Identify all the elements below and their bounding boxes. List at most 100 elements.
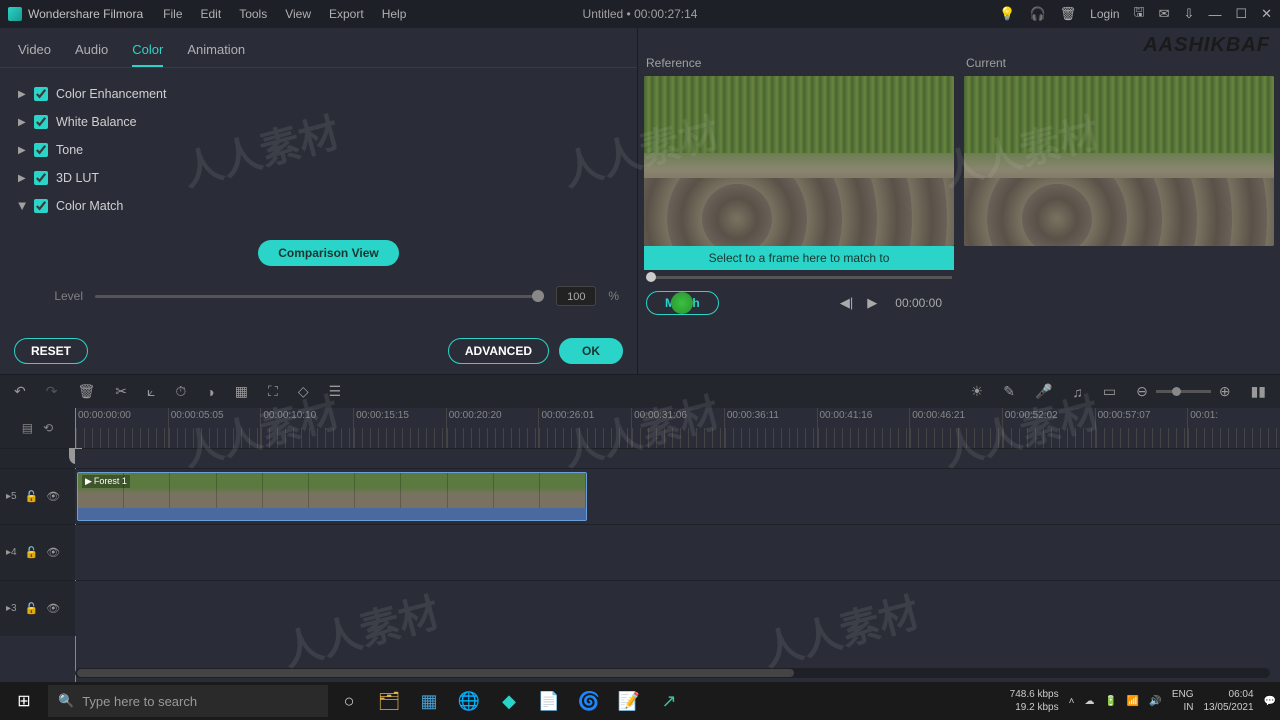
chrome-icon[interactable]: 🌐 bbox=[452, 685, 486, 717]
battery-icon[interactable]: 🔋 bbox=[1104, 696, 1116, 707]
explorer-icon[interactable]: 🗂 bbox=[372, 685, 406, 717]
redo-icon[interactable]: ↷ bbox=[46, 383, 58, 400]
comparison-view-button[interactable]: Comparison View bbox=[258, 240, 398, 266]
clip-forest[interactable]: ▶Forest 1 bbox=[77, 472, 587, 521]
timeline: ▤ ⟲ 00:00:00:00 00:00:05:05 00:00:10:10 … bbox=[0, 408, 1280, 682]
start-button[interactable]: ⊞ bbox=[4, 685, 44, 717]
menu-help[interactable]: Help bbox=[382, 7, 407, 21]
menu-export[interactable]: Export bbox=[329, 7, 364, 21]
fit-icon[interactable]: ▮▮ bbox=[1251, 383, 1266, 400]
undo-icon[interactable]: ↶ bbox=[14, 383, 26, 400]
section-white-balance[interactable]: ▶ White Balance bbox=[18, 108, 619, 136]
color-match-checkbox[interactable] bbox=[34, 199, 48, 213]
section-color-enhancement[interactable]: ▶ Color Enhancement bbox=[18, 80, 619, 108]
share-icon[interactable]: ↗ bbox=[652, 685, 686, 717]
clock[interactable]: 06:04 13/05/2021 bbox=[1203, 688, 1253, 714]
marker-icon[interactable]: ✎ bbox=[1003, 383, 1015, 400]
tab-animation[interactable]: Animation bbox=[187, 36, 245, 67]
lock-icon[interactable]: 🔓 bbox=[25, 490, 39, 503]
filmora-icon[interactable]: ◆ bbox=[492, 685, 526, 717]
menu-edit[interactable]: Edit bbox=[201, 7, 222, 21]
login-button[interactable]: Login bbox=[1090, 7, 1119, 21]
timeline-zoom[interactable]: ⊖ ⊕ bbox=[1136, 383, 1230, 400]
edge-icon[interactable]: 🌀 bbox=[572, 685, 606, 717]
reference-frame-slider[interactable] bbox=[646, 276, 952, 279]
timeline-ruler[interactable]: 00:00:00:00 00:00:05:05 00:00:10:10 00:0… bbox=[75, 408, 1280, 448]
speed-icon[interactable]: ⏱ bbox=[175, 383, 186, 400]
zoom-in-icon[interactable]: ⊕ bbox=[1219, 383, 1231, 400]
zoom-out-icon[interactable]: ⊖ bbox=[1136, 383, 1148, 400]
onedrive-icon[interactable]: ☁ bbox=[1084, 696, 1094, 707]
notepad-icon[interactable]: 📝 bbox=[612, 685, 646, 717]
cut-icon[interactable]: ✂ bbox=[115, 383, 127, 400]
notifications-icon[interactable]: 💬 bbox=[1264, 696, 1276, 707]
word-icon[interactable]: 📄 bbox=[532, 685, 566, 717]
color-enhancement-label: Color Enhancement bbox=[56, 87, 166, 101]
lut-label: 3D LUT bbox=[56, 171, 99, 185]
app-icon[interactable]: ▦ bbox=[412, 685, 446, 717]
detach-icon[interactable]: ⛶ bbox=[268, 383, 278, 400]
mixer-icon[interactable]: ♫ bbox=[1072, 384, 1083, 400]
close-icon[interactable]: ✕ bbox=[1261, 6, 1272, 22]
level-value[interactable]: 100 bbox=[556, 286, 596, 306]
lock-icon[interactable]: 🔓 bbox=[25, 602, 39, 615]
snapshot-icon[interactable]: ▭ bbox=[1103, 383, 1116, 400]
eye-icon[interactable]: 👁 bbox=[46, 602, 60, 615]
section-tone[interactable]: ▶ Tone bbox=[18, 136, 619, 164]
adjust-icon[interactable]: ☰ bbox=[329, 383, 342, 400]
section-color-match[interactable]: ▶ Color Match bbox=[18, 192, 619, 220]
track-body-3[interactable] bbox=[75, 581, 1280, 636]
color-icon[interactable]: ◑ bbox=[206, 384, 214, 400]
language-indicator[interactable]: ENG IN bbox=[1172, 688, 1194, 714]
play-icon[interactable]: ▶ bbox=[867, 295, 877, 311]
search-icon: 🔍 bbox=[58, 693, 74, 709]
volume-icon[interactable]: 🔊 bbox=[1149, 696, 1161, 707]
mail-icon[interactable]: ✉ bbox=[1159, 6, 1170, 22]
timeline-scrollbar[interactable] bbox=[75, 668, 1270, 678]
timeline-options-icon[interactable]: ▤ bbox=[22, 421, 33, 435]
maximize-icon[interactable]: ☐ bbox=[1235, 6, 1247, 22]
white-balance-checkbox[interactable] bbox=[34, 115, 48, 129]
minimize-icon[interactable]: — bbox=[1208, 7, 1221, 22]
track-body-5[interactable]: ▶Forest 1 bbox=[75, 469, 1280, 524]
level-slider[interactable] bbox=[95, 295, 544, 298]
reset-button[interactable]: RESET bbox=[14, 338, 88, 364]
advanced-button[interactable]: ADVANCED bbox=[448, 338, 549, 364]
tone-label: Tone bbox=[56, 143, 83, 157]
tone-checkbox[interactable] bbox=[34, 143, 48, 157]
keyframe-icon[interactable]: ◇ bbox=[298, 383, 309, 400]
lut-checkbox[interactable] bbox=[34, 171, 48, 185]
menu-tools[interactable]: Tools bbox=[239, 7, 267, 21]
match-button[interactable]: Match bbox=[646, 291, 719, 315]
lock-icon[interactable]: 🔓 bbox=[25, 546, 39, 559]
mic-icon[interactable]: 🎤 bbox=[1035, 383, 1052, 400]
menu-view[interactable]: View bbox=[285, 7, 311, 21]
delete-icon[interactable]: 🗑 bbox=[77, 383, 95, 400]
render-icon[interactable]: ☀ bbox=[971, 383, 984, 400]
cortana-icon[interactable]: ○ bbox=[332, 685, 366, 717]
tab-color[interactable]: Color bbox=[132, 36, 163, 67]
step-back-icon[interactable]: ◀| bbox=[840, 295, 853, 311]
headphones-icon[interactable]: 🎧 bbox=[1029, 6, 1045, 22]
trash-icon[interactable]: 🗑 bbox=[1060, 6, 1077, 22]
color-enhancement-checkbox[interactable] bbox=[34, 87, 48, 101]
tab-audio[interactable]: Audio bbox=[75, 36, 108, 67]
ok-button[interactable]: OK bbox=[559, 338, 623, 364]
tray-up-icon[interactable]: ˄ bbox=[1069, 696, 1075, 707]
crop-icon[interactable]: ⟀ bbox=[147, 383, 155, 400]
track-label: ▸4 bbox=[6, 547, 17, 558]
save-icon[interactable]: 🖫 bbox=[1134, 3, 1145, 25]
tab-video[interactable]: Video bbox=[18, 36, 51, 67]
eye-icon[interactable]: 👁 bbox=[46, 546, 60, 559]
timeline-toolbar: ↶ ↷ 🗑 ✂ ⟀ ⏱ ◑ ▦ ⛶ ◇ ☰ ☀ ✎ 🎤 ♫ ▭ ⊖ ⊕ ▮▮ bbox=[0, 374, 1280, 408]
download-icon[interactable]: ⇩ bbox=[1184, 6, 1195, 22]
search-box[interactable]: 🔍 Type here to search bbox=[48, 685, 328, 717]
track-body-4[interactable] bbox=[75, 525, 1280, 580]
green-screen-icon[interactable]: ▦ bbox=[235, 383, 248, 400]
link-icon[interactable]: ⟲ bbox=[43, 421, 53, 435]
menu-file[interactable]: File bbox=[163, 7, 182, 21]
wifi-icon[interactable]: 📶 bbox=[1127, 696, 1139, 707]
eye-icon[interactable]: 👁 bbox=[46, 490, 60, 503]
lightbulb-icon[interactable]: 💡 bbox=[999, 6, 1015, 22]
section-3d-lut[interactable]: ▶ 3D LUT bbox=[18, 164, 619, 192]
